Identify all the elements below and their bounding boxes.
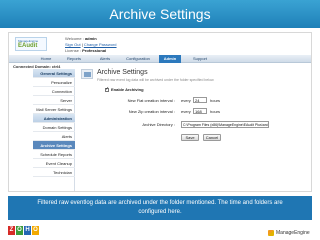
tab-alerts[interactable]: Alerts bbox=[95, 55, 115, 63]
zoho-letter-z: Z bbox=[8, 226, 15, 235]
cancel-button[interactable]: Cancel bbox=[203, 134, 221, 141]
manageengine-logo: ManageEngine bbox=[268, 229, 316, 237]
save-button[interactable]: Save bbox=[181, 134, 199, 141]
zoho-letter-o2: O bbox=[32, 226, 39, 235]
sidebar-item-archive-settings[interactable]: Archive Settings bbox=[33, 141, 75, 150]
zip-interval-input[interactable]: 168 bbox=[193, 108, 207, 114]
flat-interval-input[interactable]: 24 bbox=[193, 97, 207, 103]
sidebar-item-mail-server[interactable]: Mail Server Settings bbox=[33, 105, 75, 114]
sidebar-item-server[interactable]: Server bbox=[33, 96, 75, 105]
sidebar-header-administration: Administration bbox=[33, 114, 75, 123]
sidebar-item-technician[interactable]: Technician bbox=[33, 168, 75, 177]
tab-reports[interactable]: Reports bbox=[63, 55, 85, 63]
sidebar-item-personalize[interactable]: Personalize bbox=[33, 78, 75, 87]
slide-title: Archive Settings bbox=[0, 0, 320, 28]
enable-archiving-label: Enable Archiving bbox=[111, 87, 144, 92]
user-info: Welcome : admin Sign Out | Change Passwo… bbox=[65, 36, 117, 53]
sidebar-header-general: General Settings bbox=[33, 69, 75, 78]
panel-title: Archive Settings bbox=[97, 69, 148, 76]
sidebar-item-schedule-reports[interactable]: Schedule Reports bbox=[33, 150, 75, 159]
tab-home[interactable]: Home bbox=[37, 55, 55, 63]
sidebar-item-event-cleanup[interactable]: Event Cleanup bbox=[33, 159, 75, 168]
tab-support[interactable]: Support bbox=[189, 55, 211, 63]
tab-admin[interactable]: Admin bbox=[159, 55, 181, 63]
sign-out-link[interactable]: Sign Out bbox=[65, 42, 81, 47]
app-header: ManageEngine EAudit Welcome : admin Sign… bbox=[9, 33, 311, 55]
archive-settings-panel: Archive Settings Filtered raw event log … bbox=[81, 69, 309, 191]
welcome-user: admin bbox=[84, 36, 97, 41]
main-nav: Home Reports Alerts Configuration Admin … bbox=[9, 55, 311, 63]
flat-unit-text: hours bbox=[210, 98, 221, 103]
admin-sidebar: General Settings Personalize Connection … bbox=[33, 69, 75, 191]
welcome-key: Welcome : bbox=[65, 36, 84, 41]
slide-caption: Filtered raw eventlog data are archived … bbox=[8, 196, 312, 220]
license-key: License : bbox=[65, 48, 82, 53]
panel-description: Filtered raw event log data will be arch… bbox=[97, 78, 215, 82]
archive-icon bbox=[81, 69, 93, 79]
zip-unit-text: hours bbox=[210, 109, 221, 114]
app-screenshot: ManageEngine EAudit Welcome : admin Sign… bbox=[8, 32, 312, 192]
flat-interval-label: New Flat creation interval : bbox=[127, 98, 175, 103]
product-logo: ManageEngine EAudit bbox=[15, 37, 47, 51]
archive-directory-input[interactable]: C:\Program Files (x86)\ManageEngine\EAud… bbox=[181, 121, 269, 128]
zoho-letter-h: H bbox=[24, 226, 31, 235]
enable-archiving-checkbox[interactable] bbox=[105, 86, 109, 92]
license-value: Professional bbox=[82, 48, 107, 53]
sidebar-item-connection[interactable]: Connection bbox=[33, 87, 75, 96]
archive-directory-label: Archive Directory : bbox=[142, 122, 175, 127]
change-password-link[interactable]: Change Password bbox=[84, 42, 117, 47]
caption-line-1: Filtered raw eventlog data are archived … bbox=[37, 200, 283, 206]
sidebar-item-domain-settings[interactable]: Domain Settings bbox=[33, 123, 75, 132]
zip-interval-label: New Zip creation interval : bbox=[128, 109, 175, 114]
zoho-letter-o: O bbox=[16, 226, 23, 235]
zip-every-text: every bbox=[181, 109, 191, 114]
logo-product: EAudit bbox=[18, 43, 38, 49]
manageengine-logo-text: ManageEngine bbox=[276, 230, 310, 236]
flat-every-text: every bbox=[181, 98, 191, 103]
tab-configuration[interactable]: Configuration bbox=[121, 55, 155, 63]
sidebar-item-alerts[interactable]: Alerts bbox=[33, 132, 75, 141]
manageengine-mark-icon bbox=[268, 230, 274, 236]
caption-line-2: configured here. bbox=[138, 209, 182, 215]
